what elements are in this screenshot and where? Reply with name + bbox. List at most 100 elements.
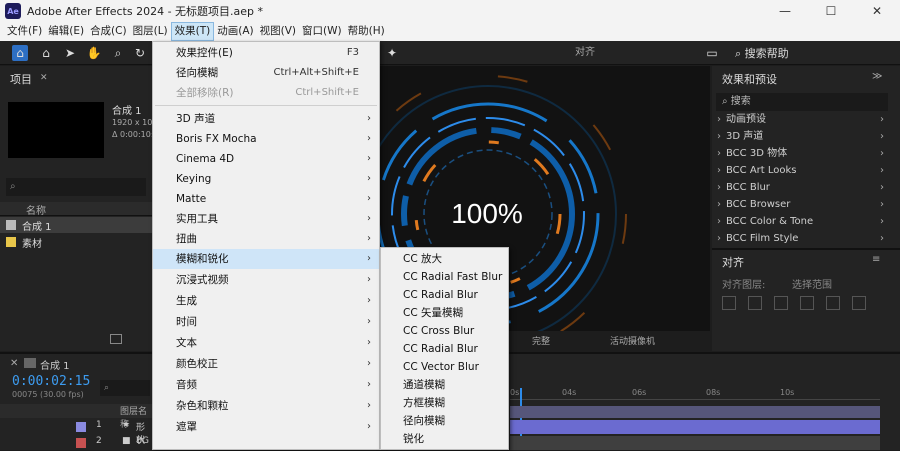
snap-label[interactable]: 对齐: [565, 45, 605, 61]
menu-item-audio[interactable]: 音频 ›: [153, 375, 379, 395]
close-icon[interactable]: ✕: [40, 73, 48, 83]
submenu-item[interactable]: 径向模糊: [381, 412, 508, 430]
chevron-right-icon: ›: [367, 379, 371, 390]
close-button[interactable]: ✕: [854, 0, 900, 22]
menu-item-noise-grain[interactable]: 杂色和颗粒 ›: [153, 396, 379, 416]
menu-item-utility[interactable]: 实用工具 ›: [153, 209, 379, 229]
work-area-bar[interactable]: [510, 406, 880, 418]
submenu-item[interactable]: CC Radial Blur: [381, 286, 508, 304]
label-color-swatch[interactable]: [76, 422, 86, 432]
menu-item-keying[interactable]: Keying ›: [153, 169, 379, 189]
effects-category[interactable]: › BCC Browser ›: [712, 196, 900, 213]
menu-item-matte-mask[interactable]: 遮罩 ›: [153, 417, 379, 437]
puppet-tool-icon[interactable]: ✦: [384, 45, 400, 61]
zoom-tool-icon[interactable]: ⌕: [110, 45, 126, 61]
minimize-button[interactable]: —: [762, 0, 808, 22]
menu-composition[interactable]: 合成(C): [87, 22, 130, 41]
align-right-icon[interactable]: [774, 296, 788, 310]
menu-item-label: 径向模糊: [176, 67, 218, 79]
workspace-icon[interactable]: ▭: [704, 45, 720, 61]
menu-item-remove-all[interactable]: 全部移除(R) Ctrl+Shift+E: [153, 83, 379, 103]
project-item-row[interactable]: 素材: [0, 234, 152, 250]
zoom-dropdown[interactable]: 完整: [532, 334, 550, 347]
effects-category[interactable]: › 3D 声道 ›: [712, 128, 900, 145]
effects-category[interactable]: › BCC Art Looks ›: [712, 162, 900, 179]
menu-item-generate[interactable]: 生成 ›: [153, 291, 379, 311]
layer-row[interactable]: 2 ■ BG: [0, 436, 152, 450]
align-middle-icon[interactable]: [826, 296, 840, 310]
layer-row[interactable]: 1 ★ 形状: [0, 420, 152, 446]
align-top-icon[interactable]: [800, 296, 814, 310]
submenu-item[interactable]: CC Radial Fast Blur: [381, 268, 508, 286]
submenu-item[interactable]: CC Cross Blur: [381, 322, 508, 340]
name-column-label[interactable]: 名称: [26, 202, 46, 217]
effects-category[interactable]: › BCC 3D 物体 ›: [712, 145, 900, 162]
effects-category[interactable]: › BCC Film Style ›: [712, 230, 900, 247]
panel-menu-icon[interactable]: ≫: [872, 71, 882, 82]
menu-help[interactable]: 帮助(H): [345, 22, 388, 41]
menu-item-boris-fx-mocha[interactable]: Boris FX Mocha ›: [153, 129, 379, 149]
submenu-item[interactable]: CC Radial Blur: [381, 340, 508, 358]
chevron-right-icon: ›: [367, 253, 371, 264]
time-ruler[interactable]: 0s 04s 06s 08s 10s: [510, 388, 880, 400]
menu-effect[interactable]: 效果(T): [170, 22, 215, 41]
menu-file[interactable]: 文件(F): [4, 22, 45, 41]
submenu-item[interactable]: 通道模糊: [381, 376, 508, 394]
new-folder-icon[interactable]: [110, 334, 122, 344]
align-left-icon[interactable]: [722, 296, 736, 310]
align-bottom-icon[interactable]: [852, 296, 866, 310]
menu-item-label: Boris FX Mocha: [176, 133, 257, 145]
menu-item-matte[interactable]: Matte ›: [153, 189, 379, 209]
project-panel-title[interactable]: 项目: [10, 71, 32, 87]
effects-panel-title[interactable]: 效果和预设: [722, 71, 777, 87]
submenu-item[interactable]: CC 放大: [381, 250, 508, 268]
help-search[interactable]: ⌕ 搜索帮助: [735, 45, 789, 61]
effects-category[interactable]: › BCC Color & Tone ›: [712, 213, 900, 230]
submenu-item[interactable]: CC Vector Blur: [381, 358, 508, 376]
layer-bar[interactable]: [510, 420, 880, 434]
menu-item-effect-controls[interactable]: 效果控件(E) F3: [153, 43, 379, 63]
layer-bar[interactable]: [510, 436, 880, 450]
submenu-item[interactable]: 方框模糊: [381, 394, 508, 412]
panel-menu-icon[interactable]: ⌂: [12, 45, 28, 61]
project-item-row[interactable]: 合成 1: [0, 217, 152, 233]
menu-item-immersive-video[interactable]: 沉浸式视频 ›: [153, 270, 379, 290]
menu-view[interactable]: 视图(V): [257, 22, 299, 41]
menu-item-color-correction[interactable]: 颜色校正 ›: [153, 354, 379, 374]
menu-edit[interactable]: 编辑(E): [45, 22, 87, 41]
timeline-search-input[interactable]: ⌕: [100, 380, 150, 396]
menu-item-distort[interactable]: 扭曲 ›: [153, 229, 379, 249]
timeline-tab[interactable]: 合成 1: [40, 357, 70, 372]
maximize-button[interactable]: ☐: [808, 0, 854, 22]
submenu-item[interactable]: CC 矢量模糊: [381, 304, 508, 322]
camera-dropdown[interactable]: 活动摄像机: [610, 334, 655, 347]
panel-menu-icon[interactable]: ≡: [872, 254, 880, 265]
align-to-dropdown[interactable]: 选择范围: [792, 276, 832, 291]
close-icon[interactable]: ✕: [10, 358, 18, 369]
menu-window[interactable]: 窗口(W): [299, 22, 345, 41]
project-search-input[interactable]: ⌕: [6, 178, 146, 196]
align-panel-title[interactable]: 对齐: [722, 254, 744, 270]
menu-item-text[interactable]: 文本 ›: [153, 333, 379, 353]
menu-layer[interactable]: 图层(L): [130, 22, 171, 41]
submenu-item[interactable]: 锐化: [381, 430, 508, 448]
menu-item-radial-blur-recent[interactable]: 径向模糊 Ctrl+Alt+Shift+E: [153, 63, 379, 83]
label-color-swatch[interactable]: [76, 438, 86, 448]
home-icon[interactable]: ⌂: [38, 45, 54, 61]
effects-category-label: 3D 声道: [726, 131, 764, 142]
hand-tool-icon[interactable]: ✋: [86, 45, 102, 61]
effects-category[interactable]: › 动画预设 ›: [712, 111, 900, 128]
menu-item-cinema-4d[interactable]: Cinema 4D ›: [153, 149, 379, 169]
menu-item-3d-channel[interactable]: 3D 声道 ›: [153, 109, 379, 129]
chevron-right-icon: ›: [880, 233, 884, 244]
effects-category[interactable]: › BCC Blur ›: [712, 179, 900, 196]
align-center-icon[interactable]: [748, 296, 762, 310]
rotate-tool-icon[interactable]: ↻: [132, 45, 148, 61]
effects-search-input[interactable]: ⌕ 搜索: [716, 93, 888, 111]
selection-tool-icon[interactable]: ➤: [62, 45, 78, 61]
menu-item-blur-sharpen[interactable]: 模糊和锐化 ›: [153, 249, 379, 269]
menu-item-time[interactable]: 时间 ›: [153, 312, 379, 332]
blur-sharpen-submenu: CC 放大 CC Radial Fast Blur CC Radial Blur…: [380, 247, 509, 450]
menu-animation[interactable]: 动画(A): [214, 22, 256, 41]
current-timecode[interactable]: 0:00:02:15: [12, 374, 90, 389]
